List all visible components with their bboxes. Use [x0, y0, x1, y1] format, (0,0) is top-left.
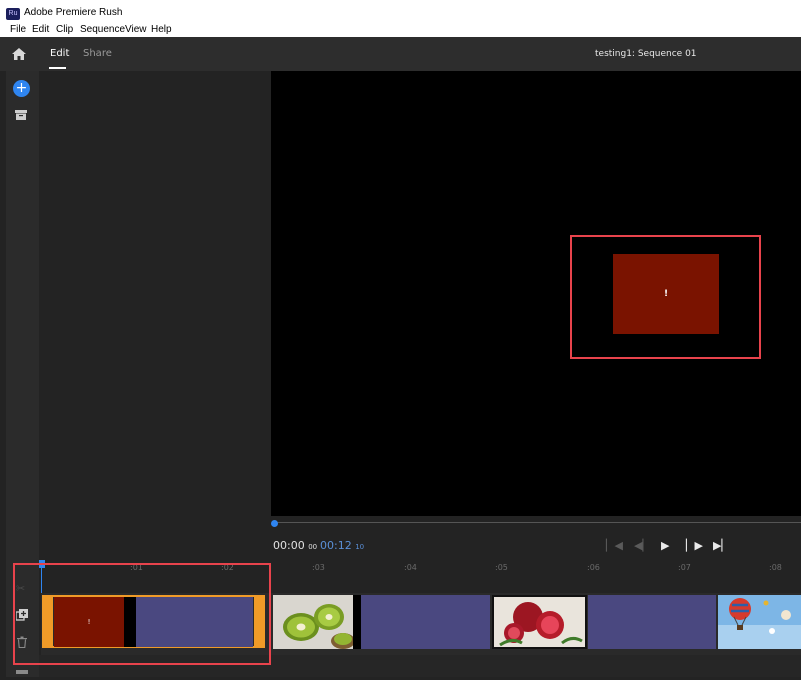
app-title: Adobe Premiere Rush — [24, 7, 123, 18]
ruler-tick: :03 — [312, 563, 325, 572]
current-timecode: 00:00 00 — [273, 539, 317, 552]
pomegranate-clip-thumbnail[interactable] — [492, 595, 587, 649]
clip-black-segment — [353, 595, 361, 649]
step-back-icon[interactable]: ◀▏ — [634, 539, 651, 552]
menubar: File Edit Clip Sequence View Help — [0, 23, 801, 37]
total-frames: 10 — [355, 543, 365, 551]
menu-edit[interactable]: Edit — [32, 24, 49, 35]
timeline-highlight-box — [13, 563, 271, 665]
tab-edit-underline — [49, 67, 66, 69]
kiwi-clip-body[interactable] — [361, 595, 490, 649]
archive-icon[interactable] — [15, 110, 27, 120]
tab-edit[interactable]: Edit — [50, 48, 69, 59]
app-topbar: Edit Share testing1: Sequence 01 — [0, 37, 801, 71]
scrubber-handle[interactable] — [271, 520, 278, 527]
panel-toggle-icon[interactable] — [16, 668, 28, 680]
play-icon[interactable]: ▶ — [661, 539, 669, 552]
total-time: 00:12 — [320, 539, 352, 552]
menu-clip[interactable]: Clip — [56, 24, 73, 35]
ruler-tick: :05 — [495, 563, 508, 572]
menu-sequence[interactable]: Sequence — [80, 24, 125, 35]
menu-help[interactable]: Help — [151, 24, 172, 35]
scrubber-track[interactable] — [275, 522, 801, 523]
step-forward-icon[interactable]: ▏▶ — [686, 539, 703, 552]
current-frames: 00 — [308, 543, 318, 551]
menu-view[interactable]: View — [125, 24, 147, 35]
app-logo-icon: Ru — [6, 8, 20, 20]
ruler-tick: :07 — [678, 563, 691, 572]
sequence-title: testing1: Sequence 01 — [595, 49, 697, 59]
ruler-tick: :04 — [404, 563, 417, 572]
menu-file[interactable]: File — [10, 24, 26, 35]
ruler-tick: :06 — [587, 563, 600, 572]
current-time: 00:00 — [273, 539, 305, 552]
go-to-start-icon[interactable]: ▏◀ — [606, 539, 623, 552]
tab-share[interactable]: Share — [83, 48, 112, 59]
window-titlebar: Ru Adobe Premiere Rush — [0, 0, 801, 23]
pomegranate-clip-body[interactable] — [588, 595, 716, 649]
kiwi-clip-thumbnail[interactable] — [273, 595, 353, 649]
media-panel — [39, 71, 270, 559]
home-icon[interactable] — [12, 48, 26, 60]
go-to-end-icon[interactable]: ▶▏ — [713, 539, 730, 552]
balloons-clip-thumbnail[interactable] — [718, 595, 801, 649]
total-timecode: 00:12 10 — [320, 539, 364, 552]
viewer-highlight-box — [570, 235, 761, 359]
ruler-tick: :08 — [769, 563, 782, 572]
add-media-button[interactable]: + — [13, 80, 30, 97]
